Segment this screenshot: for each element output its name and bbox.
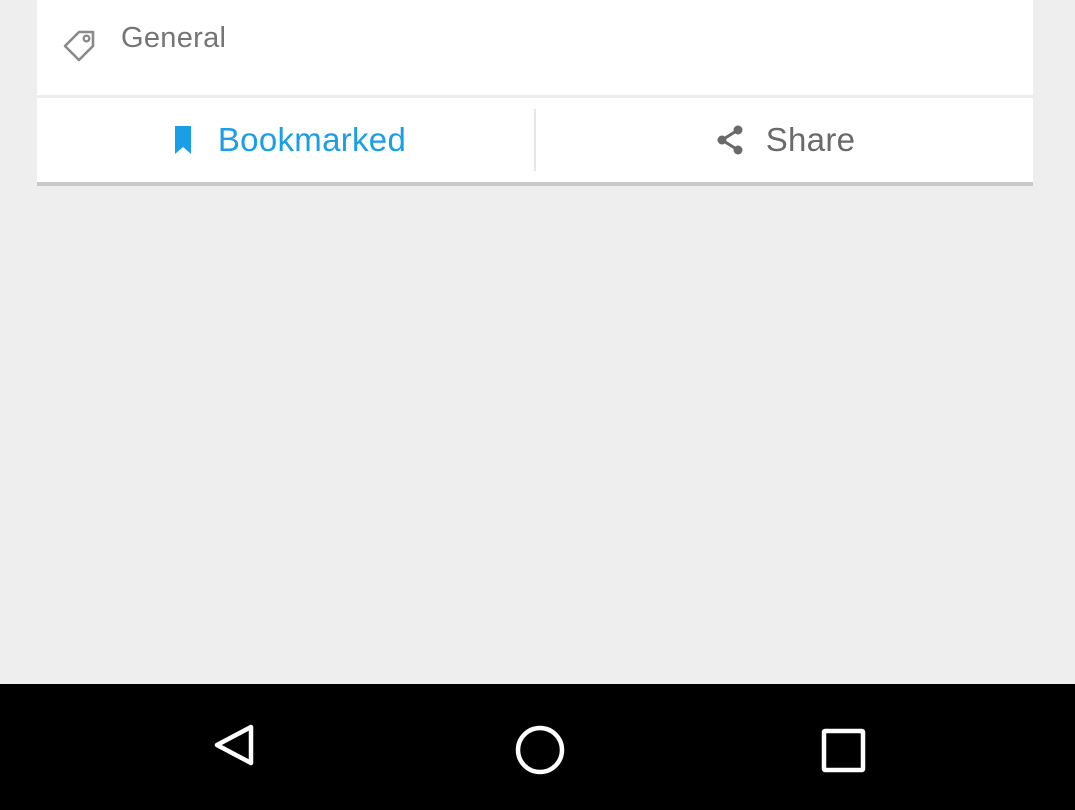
share-icon <box>714 123 748 157</box>
back-triangle-icon <box>202 715 262 780</box>
bookmark-label: Bookmarked <box>217 121 407 158</box>
recents-square-icon <box>808 715 868 780</box>
tag-icon <box>59 24 99 64</box>
screen: General Bookmarked Share <box>0 0 1075 810</box>
post-actions-card: General Bookmarked Share <box>37 0 1033 186</box>
bookmark-icon <box>166 123 200 157</box>
home-button[interactable] <box>500 712 570 782</box>
action-bar: Bookmarked Share <box>37 98 1033 182</box>
recents-button[interactable] <box>803 712 873 782</box>
category-tag-row[interactable]: General <box>37 0 1033 95</box>
home-circle-icon <box>505 715 565 780</box>
category-label: General <box>121 22 227 54</box>
card-bottom-border <box>37 182 1033 186</box>
share-label: Share <box>765 121 856 158</box>
bookmark-button[interactable]: Bookmarked <box>37 98 535 182</box>
system-navigation-bar <box>0 684 1075 810</box>
back-button[interactable] <box>197 712 267 782</box>
share-button[interactable]: Share <box>536 98 1033 182</box>
